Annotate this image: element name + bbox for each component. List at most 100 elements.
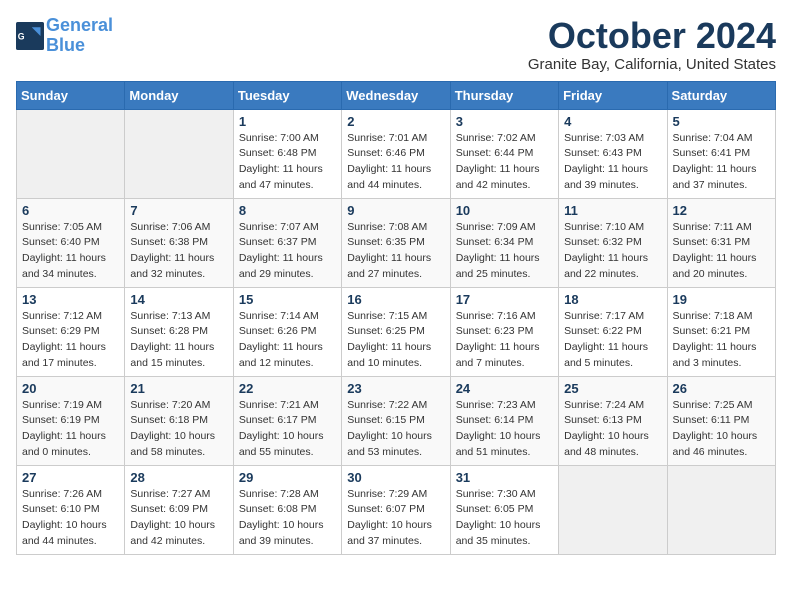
calendar-cell bbox=[559, 465, 667, 554]
title-area: October 2024 Granite Bay, California, Un… bbox=[528, 16, 776, 73]
day-info: Sunrise: 7:28 AMSunset: 6:08 PMDaylight:… bbox=[239, 487, 336, 550]
day-number: 18 bbox=[564, 292, 661, 307]
day-info: Sunrise: 7:27 AMSunset: 6:09 PMDaylight:… bbox=[130, 487, 227, 550]
day-number: 11 bbox=[564, 203, 661, 218]
header-row: SundayMondayTuesdayWednesdayThursdayFrid… bbox=[17, 81, 776, 109]
day-number: 3 bbox=[456, 114, 553, 129]
calendar-cell: 25 Sunrise: 7:24 AMSunset: 6:13 PMDayligh… bbox=[559, 376, 667, 465]
day-header-thursday: Thursday bbox=[450, 81, 558, 109]
day-number: 26 bbox=[673, 381, 770, 396]
calendar-cell: 4 Sunrise: 7:03 AMSunset: 6:43 PMDaylight… bbox=[559, 109, 667, 198]
calendar-cell bbox=[125, 109, 233, 198]
calendar-cell: 6 Sunrise: 7:05 AMSunset: 6:40 PMDaylight… bbox=[17, 198, 125, 287]
day-info: Sunrise: 7:01 AMSunset: 6:46 PMDaylight:… bbox=[347, 131, 444, 194]
calendar-cell: 11 Sunrise: 7:10 AMSunset: 6:32 PMDayligh… bbox=[559, 198, 667, 287]
calendar-cell: 3 Sunrise: 7:02 AMSunset: 6:44 PMDaylight… bbox=[450, 109, 558, 198]
calendar-cell: 18 Sunrise: 7:17 AMSunset: 6:22 PMDayligh… bbox=[559, 287, 667, 376]
day-info: Sunrise: 7:04 AMSunset: 6:41 PMDaylight:… bbox=[673, 131, 770, 194]
day-number: 22 bbox=[239, 381, 336, 396]
day-number: 12 bbox=[673, 203, 770, 218]
day-header-tuesday: Tuesday bbox=[233, 81, 341, 109]
day-number: 4 bbox=[564, 114, 661, 129]
day-number: 19 bbox=[673, 292, 770, 307]
day-number: 2 bbox=[347, 114, 444, 129]
day-number: 1 bbox=[239, 114, 336, 129]
header: G General Blue October 2024 Granite Bay,… bbox=[16, 16, 776, 73]
calendar-cell: 10Sunrise: 7:09 AMSunset: 6:34 PMDayligh… bbox=[450, 198, 558, 287]
day-number: 17 bbox=[456, 292, 553, 307]
day-number: 6 bbox=[22, 203, 119, 218]
day-info: Sunrise: 7:05 AMSunset: 6:40 PMDaylight:… bbox=[22, 220, 119, 283]
day-header-saturday: Saturday bbox=[667, 81, 775, 109]
day-number: 5 bbox=[673, 114, 770, 129]
logo-general: General bbox=[46, 15, 113, 35]
calendar-header: SundayMondayTuesdayWednesdayThursdayFrid… bbox=[17, 81, 776, 109]
calendar-cell bbox=[667, 465, 775, 554]
day-number: 29 bbox=[239, 470, 336, 485]
calendar-cell: 7 Sunrise: 7:06 AMSunset: 6:38 PMDaylight… bbox=[125, 198, 233, 287]
day-number: 10 bbox=[456, 203, 553, 218]
calendar-cell: 17 Sunrise: 7:16 AMSunset: 6:23 PMDayligh… bbox=[450, 287, 558, 376]
day-info: Sunrise: 7:08 AMSunset: 6:35 PMDaylight:… bbox=[347, 220, 444, 283]
calendar-cell: 30 Sunrise: 7:29 AMSunset: 6:07 PMDayligh… bbox=[342, 465, 450, 554]
day-number: 24 bbox=[456, 381, 553, 396]
day-number: 14 bbox=[130, 292, 227, 307]
day-number: 23 bbox=[347, 381, 444, 396]
day-number: 13 bbox=[22, 292, 119, 307]
day-info: Sunrise: 7:21 AMSunset: 6:17 PMDaylight:… bbox=[239, 398, 336, 461]
day-info: Sunrise: 7:03 AMSunset: 6:43 PMDaylight:… bbox=[564, 131, 661, 194]
calendar-cell: 1 Sunrise: 7:00 AMSunset: 6:48 PMDaylight… bbox=[233, 109, 341, 198]
location-title: Granite Bay, California, United States bbox=[528, 56, 776, 73]
logo-text: General Blue bbox=[46, 16, 113, 56]
day-info: Sunrise: 7:06 AMSunset: 6:38 PMDaylight:… bbox=[130, 220, 227, 283]
day-info: Sunrise: 7:24 AMSunset: 6:13 PMDaylight:… bbox=[564, 398, 661, 461]
calendar-cell: 8Sunrise: 7:07 AMSunset: 6:37 PMDaylight… bbox=[233, 198, 341, 287]
day-info: Sunrise: 7:19 AMSunset: 6:19 PMDaylight:… bbox=[22, 398, 119, 461]
day-info: Sunrise: 7:00 AMSunset: 6:48 PMDaylight:… bbox=[239, 131, 336, 194]
week-row-5: 27Sunrise: 7:26 AMSunset: 6:10 PMDayligh… bbox=[17, 465, 776, 554]
day-info: Sunrise: 7:14 AMSunset: 6:26 PMDaylight:… bbox=[239, 309, 336, 372]
day-number: 15 bbox=[239, 292, 336, 307]
day-info: Sunrise: 7:29 AMSunset: 6:07 PMDaylight:… bbox=[347, 487, 444, 550]
day-info: Sunrise: 7:16 AMSunset: 6:23 PMDaylight:… bbox=[456, 309, 553, 372]
calendar-cell: 21Sunrise: 7:20 AMSunset: 6:18 PMDayligh… bbox=[125, 376, 233, 465]
calendar-cell: 16Sunrise: 7:15 AMSunset: 6:25 PMDayligh… bbox=[342, 287, 450, 376]
logo-icon: G bbox=[16, 22, 44, 50]
calendar-cell: 2 Sunrise: 7:01 AMSunset: 6:46 PMDaylight… bbox=[342, 109, 450, 198]
day-header-friday: Friday bbox=[559, 81, 667, 109]
day-number: 27 bbox=[22, 470, 119, 485]
calendar-cell: 12 Sunrise: 7:11 AMSunset: 6:31 PMDayligh… bbox=[667, 198, 775, 287]
day-info: Sunrise: 7:17 AMSunset: 6:22 PMDaylight:… bbox=[564, 309, 661, 372]
day-info: Sunrise: 7:07 AMSunset: 6:37 PMDaylight:… bbox=[239, 220, 336, 283]
day-number: 9 bbox=[347, 203, 444, 218]
calendar-cell: 5 Sunrise: 7:04 AMSunset: 6:41 PMDaylight… bbox=[667, 109, 775, 198]
day-number: 28 bbox=[130, 470, 227, 485]
logo: G General Blue bbox=[16, 16, 113, 56]
calendar-body: 1 Sunrise: 7:00 AMSunset: 6:48 PMDaylight… bbox=[17, 109, 776, 554]
day-number: 16 bbox=[347, 292, 444, 307]
calendar-cell: 27Sunrise: 7:26 AMSunset: 6:10 PMDayligh… bbox=[17, 465, 125, 554]
calendar-cell: 9 Sunrise: 7:08 AMSunset: 6:35 PMDaylight… bbox=[342, 198, 450, 287]
calendar-cell: 23 Sunrise: 7:22 AMSunset: 6:15 PMDayligh… bbox=[342, 376, 450, 465]
day-number: 25 bbox=[564, 381, 661, 396]
day-info: Sunrise: 7:10 AMSunset: 6:32 PMDaylight:… bbox=[564, 220, 661, 283]
week-row-2: 6 Sunrise: 7:05 AMSunset: 6:40 PMDaylight… bbox=[17, 198, 776, 287]
calendar-cell: 20Sunrise: 7:19 AMSunset: 6:19 PMDayligh… bbox=[17, 376, 125, 465]
day-info: Sunrise: 7:02 AMSunset: 6:44 PMDaylight:… bbox=[456, 131, 553, 194]
calendar-cell: 29 Sunrise: 7:28 AMSunset: 6:08 PMDayligh… bbox=[233, 465, 341, 554]
day-info: Sunrise: 7:13 AMSunset: 6:28 PMDaylight:… bbox=[130, 309, 227, 372]
calendar-cell: 24 Sunrise: 7:23 AMSunset: 6:14 PMDayligh… bbox=[450, 376, 558, 465]
day-number: 7 bbox=[130, 203, 227, 218]
calendar-cell: 14 Sunrise: 7:13 AMSunset: 6:28 PMDayligh… bbox=[125, 287, 233, 376]
day-number: 30 bbox=[347, 470, 444, 485]
calendar-cell: 26Sunrise: 7:25 AMSunset: 6:11 PMDayligh… bbox=[667, 376, 775, 465]
calendar-cell: 31Sunrise: 7:30 AMSunset: 6:05 PMDayligh… bbox=[450, 465, 558, 554]
day-number: 31 bbox=[456, 470, 553, 485]
calendar-cell: 13Sunrise: 7:12 AMSunset: 6:29 PMDayligh… bbox=[17, 287, 125, 376]
day-info: Sunrise: 7:22 AMSunset: 6:15 PMDaylight:… bbox=[347, 398, 444, 461]
calendar-cell: 19Sunrise: 7:18 AMSunset: 6:21 PMDayligh… bbox=[667, 287, 775, 376]
day-info: Sunrise: 7:23 AMSunset: 6:14 PMDaylight:… bbox=[456, 398, 553, 461]
week-row-4: 20Sunrise: 7:19 AMSunset: 6:19 PMDayligh… bbox=[17, 376, 776, 465]
day-info: Sunrise: 7:20 AMSunset: 6:18 PMDaylight:… bbox=[130, 398, 227, 461]
day-info: Sunrise: 7:11 AMSunset: 6:31 PMDaylight:… bbox=[673, 220, 770, 283]
